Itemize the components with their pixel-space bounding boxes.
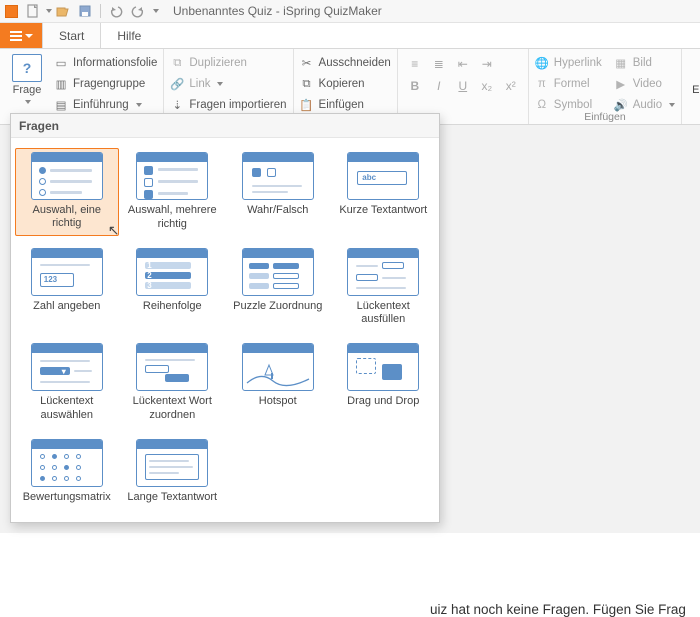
indent-increase-icon[interactable]: ⇥ (476, 55, 498, 73)
qtype-sequence[interactable]: 1 2 3 Reihenfolge (121, 244, 225, 332)
group-label-einfugen: Einfügen (529, 111, 681, 123)
qtype-hotspot[interactable]: Hotspot (226, 339, 330, 427)
equation-icon: π (535, 77, 549, 91)
qtype-likert[interactable]: Bewertungsmatrix (15, 435, 119, 509)
qtype-true-false[interactable]: Wahr/Falsch (226, 148, 330, 236)
qtype-drag-drop[interactable]: Drag und Drop (332, 339, 436, 427)
cmd-bild: ▦Bild (614, 54, 675, 72)
qtype-multiple-choice[interactable]: Auswahl, mehrere richtig (121, 148, 225, 236)
list-bullet-icon[interactable]: ≡ (404, 55, 426, 73)
indent-decrease-icon[interactable]: ⇤ (452, 55, 474, 73)
window-title: Unbenanntes Quiz - iSpring QuizMaker (173, 4, 382, 18)
cmd-hyperlink: 🌐Hyperlink (535, 54, 602, 72)
qtype-numeric[interactable]: 123 Zahl angeben (15, 244, 119, 332)
image-icon: ▦ (614, 56, 628, 70)
link-icon: 🔗 (170, 77, 184, 91)
cmd-import[interactable]: ⇣Fragen importieren (170, 96, 286, 114)
import-icon: ⇣ (170, 98, 184, 112)
group-icon: ▥ (54, 77, 68, 91)
italic-button[interactable]: I (428, 77, 450, 95)
settings-button[interactable]: Einstellungen (692, 53, 700, 96)
app-icon (5, 5, 18, 18)
symbol-icon: Ω (535, 98, 549, 112)
file-tab[interactable] (0, 23, 42, 48)
qat-undo-icon[interactable] (108, 3, 124, 19)
group-settings: Einstellungen Quiz (682, 49, 700, 124)
frage-label: Frage (13, 84, 42, 96)
group-label-quiz: Quiz (682, 111, 700, 123)
cmd-einfugen[interactable]: 📋Einfügen (300, 96, 391, 114)
cmd-video: ▶Video (614, 75, 675, 93)
cmd-ausschneiden[interactable]: ✂Ausschneiden (300, 54, 391, 72)
audio-icon: 🔊 (614, 98, 628, 112)
cmd-link: 🔗Link (170, 75, 286, 93)
empty-quiz-hint: uiz hat noch keine Fragen. Fügen Sie Fra… (430, 602, 686, 617)
chevron-down-icon (25, 100, 31, 104)
underline-button[interactable]: U (452, 77, 474, 95)
question-type-dropdown: Fragen Auswahl, eine richtig ↖ Auswahl, … (10, 113, 440, 523)
frage-button[interactable]: ? Frage (6, 52, 48, 114)
copy-icon: ⧉ (300, 77, 314, 91)
superscript-button[interactable]: x² (500, 77, 522, 95)
qtype-single-choice[interactable]: Auswahl, eine richtig ↖ (15, 148, 119, 236)
tab-start[interactable]: Start (42, 23, 101, 48)
cmd-formel: πFormel (535, 75, 602, 93)
cmd-fragengruppe[interactable]: ▥Fragengruppe (54, 75, 157, 93)
video-icon: ▶ (614, 77, 628, 91)
intro-icon: ▤ (54, 98, 68, 112)
qat-customize[interactable] (153, 9, 159, 13)
qat-save-icon[interactable] (77, 3, 93, 19)
qtype-fill-select[interactable]: ▾ Lückentext auswählen (15, 339, 119, 427)
duplicate-icon: ⧉ (170, 56, 184, 70)
cmd-kopieren[interactable]: ⧉Kopieren (300, 75, 391, 93)
qtype-short-answer[interactable]: abc Kurze Textantwort (332, 148, 436, 236)
qat-new-icon[interactable] (25, 3, 41, 19)
qtype-matching[interactable]: Puzzle Zuordnung (226, 244, 330, 332)
subscript-button[interactable]: x₂ (476, 77, 498, 95)
qat-new-menu[interactable] (46, 9, 52, 13)
qtype-fill-drag[interactable]: Lückentext Wort zuordnen (121, 339, 225, 427)
qat-redo-icon[interactable] (130, 3, 146, 19)
cmd-einfuhrung[interactable]: ▤Einführung (54, 96, 157, 114)
tab-help[interactable]: Hilfe (101, 23, 158, 48)
dropdown-header: Fragen (11, 114, 439, 138)
cmd-duplizieren: ⧉Duplizieren (170, 54, 286, 72)
chevron-down-icon (217, 82, 223, 86)
qtype-fill-blank[interactable]: Lückentext ausfüllen (332, 244, 436, 332)
cursor-icon: ↖ (108, 222, 120, 239)
chevron-down-icon (136, 103, 142, 107)
qat-open-icon[interactable] (55, 3, 71, 19)
qtype-essay[interactable]: Lange Textantwort (121, 435, 225, 509)
paste-icon: 📋 (300, 98, 314, 112)
cmd-informationsfolie[interactable]: ▭Informationsfolie (54, 54, 157, 72)
cut-icon: ✂ (300, 56, 314, 70)
ribbon-tabs: Start Hilfe (0, 23, 700, 49)
list-number-icon[interactable]: ≣ (428, 55, 450, 73)
hyperlink-icon: 🌐 (535, 56, 549, 70)
group-insert: 🌐Hyperlink πFormel ΩSymbol ▦Bild ▶Video … (529, 49, 682, 124)
chevron-down-icon (669, 103, 675, 107)
titlebar: Unbenanntes Quiz - iSpring QuizMaker (0, 0, 700, 23)
bold-button[interactable]: B (404, 77, 426, 95)
slide-icon: ▭ (54, 56, 68, 70)
qat-separator (100, 4, 101, 18)
